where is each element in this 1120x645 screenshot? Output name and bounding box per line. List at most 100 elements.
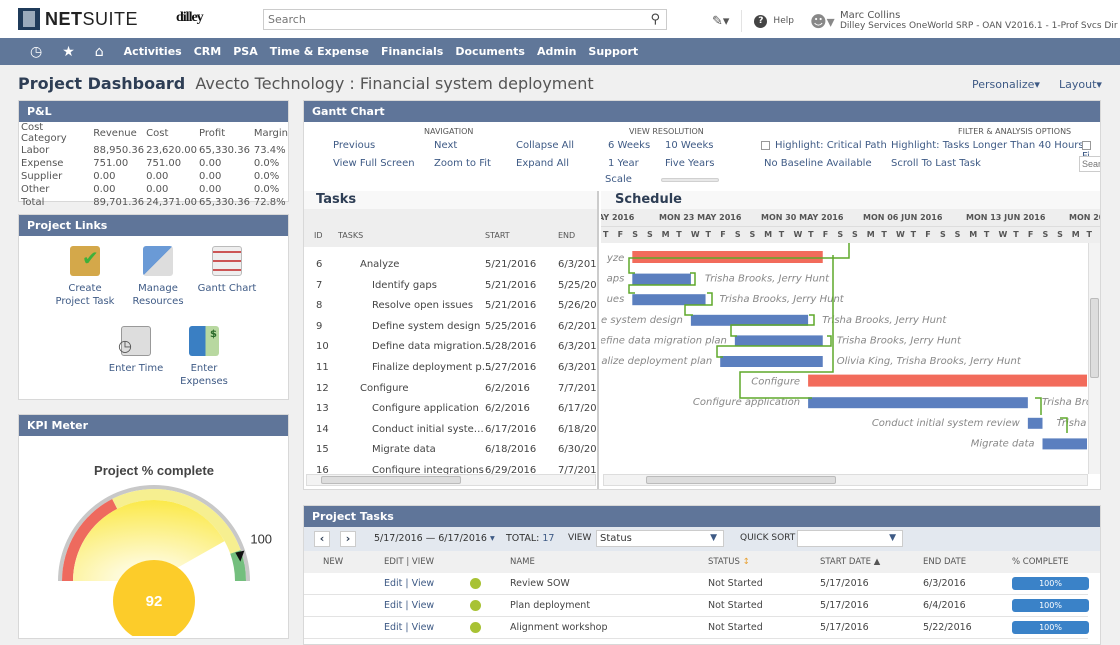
task-row[interactable]: 7 Identify gaps 5/21/2016 5/25/2016	[304, 276, 597, 296]
home-icon[interactable]: ⌂	[95, 44, 104, 60]
search-input[interactable]	[264, 10, 634, 29]
scroll-thumb[interactable]	[646, 476, 836, 484]
search-icon[interactable]: ⚲	[650, 12, 660, 27]
link-create-project-task[interactable]: ✔ Create Project Task	[45, 246, 125, 308]
view-select[interactable]: Status ▼	[596, 530, 724, 547]
tasks-hscroll[interactable]	[306, 474, 596, 486]
task-row[interactable]: 11 Finalize deployment p… 5/27/2016 6/3/201…	[304, 358, 597, 378]
task-name[interactable]: Review SOW	[510, 578, 570, 589]
recent-icon[interactable]: ◷	[30, 44, 42, 60]
col-name[interactable]: NAME	[510, 557, 535, 567]
task-row[interactable]: 14 Conduct initial syste… 6/17/2016 6/18/20…	[304, 420, 597, 440]
scroll-thumb[interactable]	[1090, 298, 1099, 378]
next-link[interactable]: Next	[434, 140, 457, 151]
col-start-date[interactable]: START DATE ▲	[820, 557, 880, 567]
pl-cell: 89,701.36	[93, 197, 145, 208]
nav-admin[interactable]: Admin	[537, 45, 576, 58]
schedule-vscroll[interactable]	[1088, 243, 1100, 474]
date-range[interactable]: 5/17/2016 — 6/17/2016 ▾	[374, 533, 495, 544]
previous-link[interactable]: Previous	[333, 140, 375, 151]
create-new-icon[interactable]: ✎▾	[712, 14, 729, 29]
col-start[interactable]: START	[485, 231, 510, 240]
zoom-to-fit-link[interactable]: Zoom to Fit	[434, 158, 491, 169]
expand-all-link[interactable]: Expand All	[516, 158, 569, 169]
gantt-task-bar[interactable]	[632, 273, 691, 285]
task-row[interactable]: 9 Define system design 5/25/2016 6/2/2016	[304, 317, 597, 337]
view-link[interactable]: View	[412, 578, 435, 589]
schedule-hscroll[interactable]	[603, 474, 1088, 486]
task-row[interactable]: 12 Configure 6/2/2016 7/7/2016	[304, 379, 597, 399]
task-name[interactable]: Plan deployment	[510, 600, 590, 611]
five-years-link[interactable]: Five Years	[665, 158, 714, 169]
task-row[interactable]: 8 Resolve open issues 5/21/2016 5/26/2016	[304, 296, 597, 316]
col-end-date[interactable]: END DATE	[923, 557, 966, 567]
col-new[interactable]: NEW	[323, 557, 343, 567]
task-row[interactable]: 10 Define data migration… 5/28/2016 6/3/201…	[304, 337, 597, 357]
task-row[interactable]: 15 Migrate data 6/18/2016 6/30/2016	[304, 440, 597, 460]
task-row[interactable]: 16 Configure integrations 6/29/2016 7/7/201…	[304, 461, 597, 475]
gantt-task-bar[interactable]	[690, 314, 809, 326]
task-row[interactable]: 6 Analyze 5/21/2016 6/3/2016	[304, 255, 597, 275]
col-tasks[interactable]: TASKS	[338, 231, 363, 240]
favorites-icon[interactable]: ★	[62, 44, 75, 60]
gantt-task-bar[interactable]	[808, 397, 1028, 409]
edit-link[interactable]: Edit	[384, 578, 402, 589]
nav-activities[interactable]: Activities	[124, 45, 182, 58]
gantt-task-bar[interactable]	[734, 335, 823, 347]
collapse-all-link[interactable]: Collapse All	[516, 140, 574, 151]
gantt-task-bar[interactable]	[1027, 417, 1043, 429]
nav-financials[interactable]: Financials	[381, 45, 443, 58]
view-full-screen-link[interactable]: View Full Screen	[333, 158, 415, 169]
prev-period-button[interactable]: ‹	[314, 531, 330, 547]
ten-weeks-link[interactable]: 10 Weeks	[665, 140, 714, 151]
one-year-link[interactable]: 1 Year	[608, 158, 639, 169]
task-row[interactable]: 13 Configure application 6/2/2016 6/17/2016	[304, 399, 597, 419]
edit-link[interactable]: Edit	[384, 600, 402, 611]
edit-link[interactable]: Edit	[384, 622, 402, 633]
checkbox[interactable]	[761, 140, 770, 150]
gantt-summary-bar[interactable]	[632, 251, 823, 263]
long-tasks-link[interactable]: Highlight: Tasks Longer Than 40 Hours	[891, 140, 1084, 151]
col-end[interactable]: END	[558, 231, 575, 240]
user-avatar-icon[interactable]: ☻▾	[810, 12, 835, 31]
nav-time-expense[interactable]: Time & Expense	[270, 45, 369, 58]
total-count: TOTAL: 17	[506, 533, 554, 544]
next-period-button[interactable]: ›	[340, 531, 356, 547]
critical-path-toggle[interactable]: Highlight: Critical Path	[761, 140, 887, 151]
col-status[interactable]: STATUS ↕	[708, 557, 750, 567]
help-link[interactable]: Help	[773, 16, 794, 26]
nav-psa[interactable]: PSA	[233, 45, 258, 58]
gantt-task-bar[interactable]	[1042, 438, 1088, 450]
view-link[interactable]: View	[412, 600, 435, 611]
personalize-menu[interactable]: Personalize▾	[972, 78, 1040, 91]
scale-slider[interactable]	[661, 178, 719, 182]
col-pct-complete[interactable]: % COMPLETE	[1012, 557, 1069, 567]
scroll-last-task-link[interactable]: Scroll To Last Task	[891, 158, 981, 169]
gantt-bar-label: aps	[607, 274, 625, 285]
gantt-bar-label: Conduct initial system review	[872, 418, 1021, 429]
task-name[interactable]: Alignment workshop	[510, 622, 608, 633]
link-manage-resources[interactable]: Manage Resources	[118, 246, 198, 308]
nav-documents[interactable]: Documents	[455, 45, 525, 58]
help-icon[interactable]: ?	[754, 14, 768, 28]
scroll-thumb[interactable]	[321, 476, 461, 484]
col-id[interactable]: ID	[314, 231, 323, 240]
pl-header-row: Cost Category Revenue Cost Profit Margin	[19, 122, 288, 144]
checkbox[interactable]	[1082, 140, 1091, 150]
nav-crm[interactable]: CRM	[194, 45, 222, 58]
gantt-task-bar[interactable]	[720, 356, 823, 367]
layout-menu[interactable]: Layout▾	[1059, 78, 1102, 91]
netsuite-logo[interactable]: NETSUITE	[18, 8, 138, 30]
user-menu[interactable]: Marc Collins Dilley Services OneWorld SR…	[840, 11, 1118, 32]
gantt-task-bar[interactable]	[632, 294, 706, 306]
view-link[interactable]: View	[412, 622, 435, 633]
six-weeks-link[interactable]: 6 Weeks	[608, 140, 650, 151]
link-enter-expenses[interactable]: $ Enter Expenses	[164, 326, 244, 388]
quick-sort-select[interactable]: ▼	[797, 530, 903, 547]
col-edit-view[interactable]: EDIT | VIEW	[384, 557, 434, 567]
nav-support[interactable]: Support	[588, 45, 638, 58]
global-search[interactable]: ⚲	[263, 9, 667, 30]
link-gantt-chart[interactable]: Gantt Chart	[187, 246, 267, 295]
gantt-summary-bar[interactable]	[808, 374, 1087, 387]
gantt-search-input[interactable]	[1079, 156, 1100, 172]
